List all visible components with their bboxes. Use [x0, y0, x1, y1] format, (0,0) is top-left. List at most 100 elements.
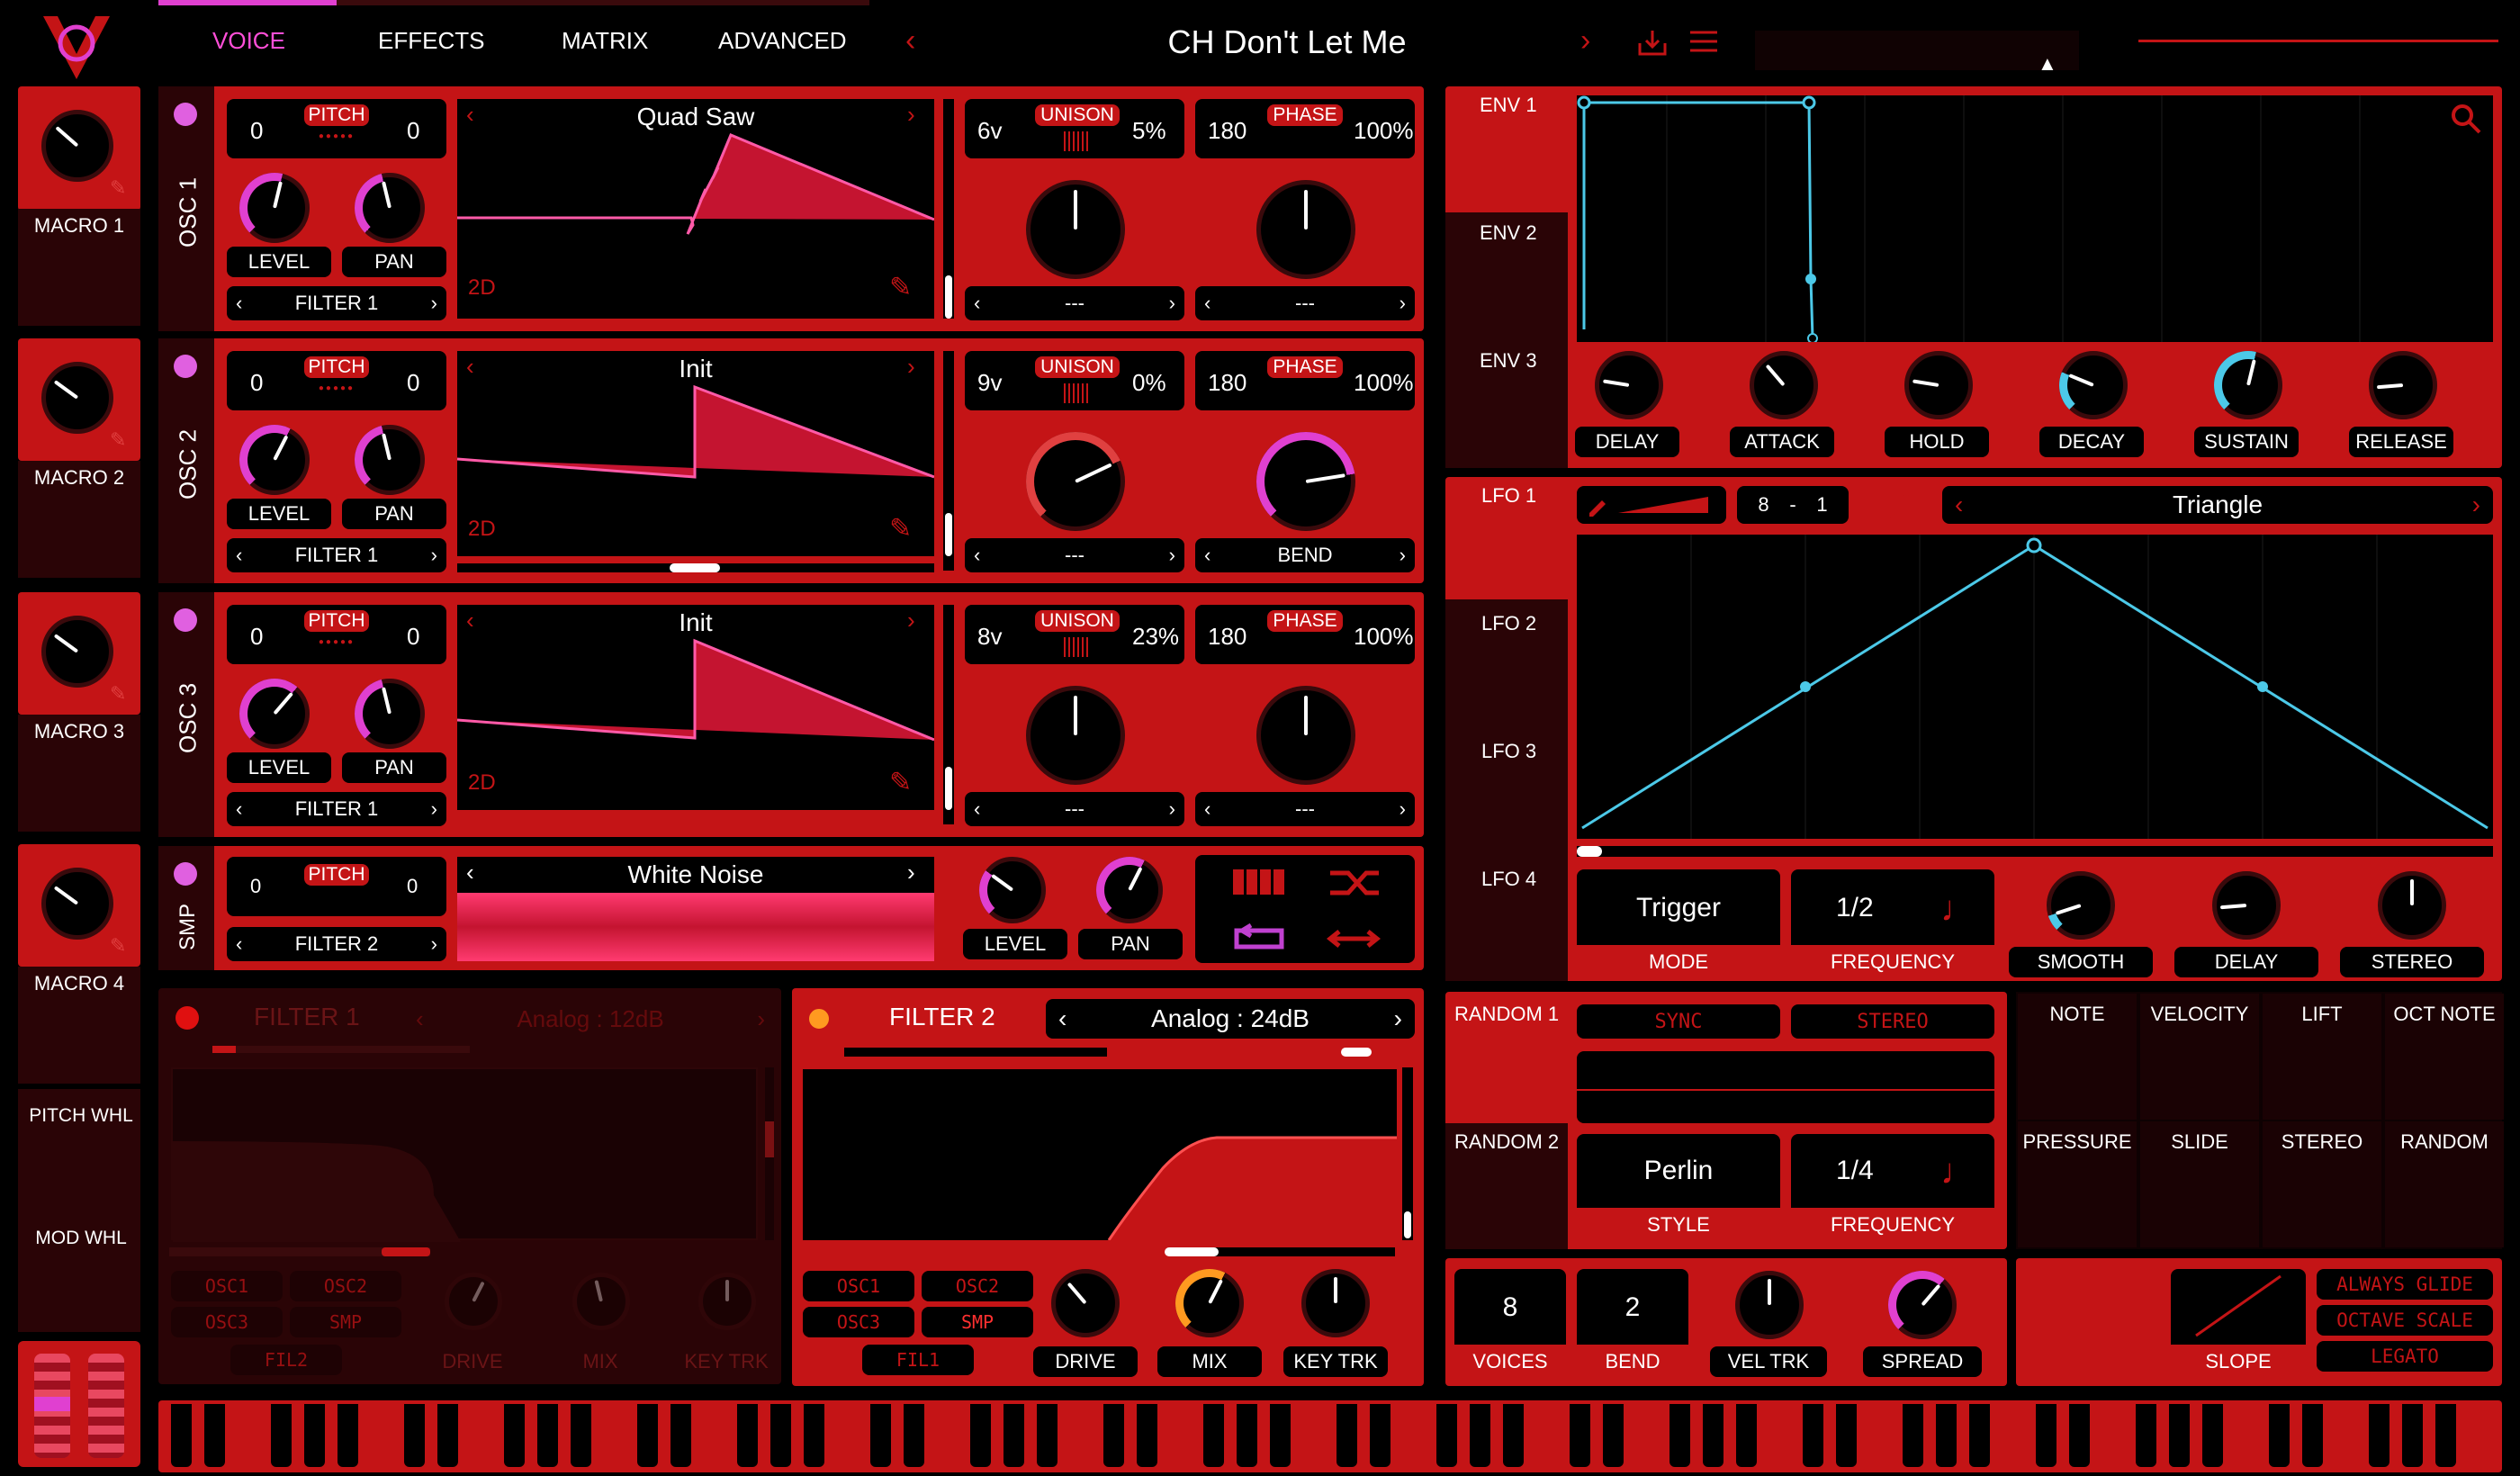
black-key[interactable]	[2136, 1404, 2156, 1467]
osc-pan-knob[interactable]	[355, 425, 425, 495]
filter2-model-select[interactable]: ‹ Analog : 24dB ›	[1046, 999, 1415, 1039]
spread-knob[interactable]	[1888, 1271, 1957, 1339]
prev-preset-button[interactable]: ‹	[905, 25, 915, 56]
osc-pitch[interactable]: 0 PITCH ●●●●● 0	[227, 351, 446, 410]
osc-spectral-knob[interactable]	[1256, 686, 1355, 785]
black-key[interactable]	[1703, 1404, 1724, 1467]
black-key[interactable]	[737, 1404, 758, 1467]
filter2-route-osc1[interactable]: OSC1	[803, 1271, 914, 1301]
black-key[interactable]	[1570, 1404, 1590, 1467]
osc-level-knob[interactable]	[239, 679, 310, 749]
tab-lfo-3[interactable]: LFO 3	[1481, 740, 1536, 763]
mod-source-oct-note[interactable]: OCT NOTE	[2385, 994, 2504, 1120]
next-wave-button[interactable]: ›	[907, 355, 915, 378]
tab-matrix[interactable]: MATRIX	[562, 27, 648, 55]
black-key[interactable]	[870, 1404, 891, 1467]
mod-source-random[interactable]: RANDOM	[2385, 1121, 2504, 1247]
env-delay-knob[interactable]	[1595, 351, 1663, 419]
osc-pan-knob[interactable]	[355, 679, 425, 749]
tab-random-1[interactable]: RANDOM 1	[1454, 1003, 1559, 1026]
osc-pitch[interactable]: 0 PITCH ●●●●● 0	[227, 605, 446, 664]
filter1-enable-toggle[interactable]	[176, 1006, 199, 1030]
osc-enable-toggle[interactable]	[174, 355, 197, 378]
edit-icon[interactable]: ✎	[110, 934, 126, 958]
osc-unison[interactable]: 9v UNISON 0%	[965, 351, 1184, 410]
filter1-blend-slider[interactable]	[212, 1046, 470, 1053]
filter1-route-smp[interactable]: SMP	[290, 1307, 401, 1337]
black-key[interactable]	[1004, 1404, 1024, 1467]
tab-env-1[interactable]: ENV 1	[1480, 94, 1537, 117]
smp-level-knob[interactable]	[979, 857, 1046, 923]
black-key[interactable]	[1736, 1404, 1757, 1467]
tab-lfo-1[interactable]: LFO 1	[1481, 484, 1536, 508]
osc-distortion-knob[interactable]	[1026, 432, 1125, 531]
wavetable-dim[interactable]: 2D	[468, 517, 496, 542]
filter2-blend-slider[interactable]	[844, 1048, 1377, 1057]
filter2-route-fil1[interactable]: FIL1	[862, 1345, 974, 1375]
edit-wavetable-icon[interactable]: ✎	[889, 272, 912, 303]
volume-meter[interactable]	[2138, 40, 2498, 42]
lfo-tempo[interactable]: 8-1	[1737, 486, 1849, 524]
wavetable-display[interactable]: ‹ Init › 2D ✎	[457, 351, 934, 556]
macro-knob-1[interactable]	[41, 110, 113, 182]
wavetable-dim[interactable]: 2D	[468, 275, 496, 301]
filter1-mix-knob[interactable]	[572, 1273, 630, 1330]
osc-phase[interactable]: 180 PHASE 100%	[1195, 605, 1415, 664]
osc-distortion-select[interactable]: ‹ --- ›	[965, 792, 1184, 826]
wavetable-dim[interactable]: 2D	[468, 770, 496, 796]
tab-advanced[interactable]: ADVANCED	[718, 27, 847, 55]
osc-distortion-knob[interactable]	[1026, 686, 1125, 785]
env-release-knob[interactable]	[2369, 351, 2437, 419]
osc-enable-toggle[interactable]	[174, 608, 197, 632]
black-key[interactable]	[804, 1404, 824, 1467]
voices-select[interactable]: 8 VOICES	[1454, 1269, 1566, 1377]
filter2-route-smp[interactable]: SMP	[922, 1307, 1033, 1337]
next-wave-button[interactable]: ›	[907, 103, 915, 126]
osc-distortion-select[interactable]: ‹ --- ›	[965, 286, 1184, 320]
osc-distortion-select[interactable]: ‹ --- ›	[965, 538, 1184, 572]
filter1-cutoff-slider[interactable]	[169, 1247, 430, 1256]
edit-icon[interactable]: ✎	[110, 176, 126, 200]
wavetable-display[interactable]: ‹ Init › 2D ✎	[457, 605, 934, 810]
filter2-display[interactable]	[803, 1069, 1397, 1240]
env-hold-knob[interactable]	[1904, 351, 1973, 419]
filter2-cutoff-slider[interactable]	[801, 1247, 1395, 1256]
random-stereo-toggle[interactable]: STEREO	[1791, 1004, 1994, 1039]
slope-control[interactable]: SLOPE	[2171, 1269, 2306, 1377]
mod-source-lift[interactable]: LIFT	[2263, 994, 2381, 1120]
filter2-route-osc3[interactable]: OSC3	[803, 1307, 914, 1337]
preset-name[interactable]: CH Don't Let Me	[972, 23, 1602, 61]
lfo-shape-select[interactable]: ‹ Triangle ›	[1942, 486, 2493, 524]
black-key[interactable]	[571, 1404, 591, 1467]
wave-frame-scroll[interactable]	[943, 351, 954, 571]
edit-icon[interactable]: ✎	[110, 682, 126, 706]
sample-display[interactable]: ‹ White Noise ›	[457, 857, 934, 961]
wave-frame-scroll[interactable]	[943, 605, 954, 824]
black-key[interactable]	[2302, 1404, 2323, 1467]
mod-source-stereo[interactable]: STEREO	[2263, 1121, 2381, 1247]
black-key[interactable]	[1603, 1404, 1624, 1467]
osc-spectral-knob[interactable]	[1256, 432, 1355, 531]
macro-knob-3[interactable]	[41, 616, 113, 688]
osc-pan-knob[interactable]	[355, 173, 425, 243]
osc-filter-select[interactable]: ‹ FILTER 1 ›	[227, 286, 446, 320]
black-key[interactable]	[537, 1404, 558, 1467]
env-sustain-knob[interactable]	[2214, 351, 2282, 419]
filter1-model-select[interactable]: ‹ Analog : 12dB ›	[416, 1001, 765, 1037]
lfo-editor[interactable]	[1577, 535, 2493, 839]
black-key[interactable]	[1903, 1404, 1923, 1467]
smp-filter-select[interactable]: ‹ FILTER 2 ›	[227, 927, 446, 961]
black-key[interactable]	[2202, 1404, 2223, 1467]
tab-env-2[interactable]: ENV 2	[1480, 221, 1537, 245]
black-key[interactable]	[1270, 1404, 1291, 1467]
filter1-drive-knob[interactable]	[445, 1273, 502, 1330]
black-key[interactable]	[1803, 1404, 1823, 1467]
osc-level-knob[interactable]	[239, 425, 310, 495]
lfo-frequency-select[interactable]: 1/2 ♩ FREQUENCY	[1791, 869, 1994, 977]
osc-distortion-knob[interactable]	[1026, 180, 1125, 279]
env-attack-knob[interactable]	[1750, 351, 1818, 419]
osc-level-knob[interactable]	[239, 173, 310, 243]
black-key[interactable]	[1370, 1404, 1390, 1467]
smp-enable-toggle[interactable]	[174, 862, 197, 886]
mod-source-pressure[interactable]: PRESSURE	[2018, 1121, 2137, 1247]
